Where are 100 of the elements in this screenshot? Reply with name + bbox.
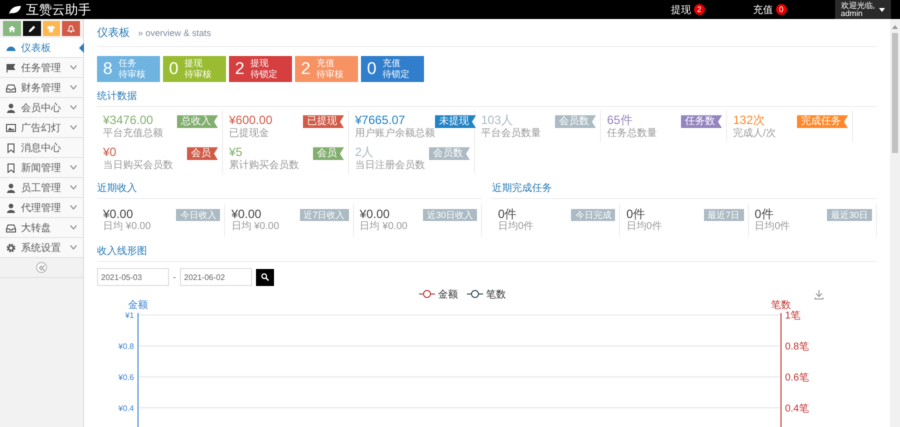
stat-label: 最近7日 xyxy=(704,209,744,222)
stat-value: ¥0.00 xyxy=(231,207,262,222)
sidebar-item[interactable]: 任务管理 xyxy=(0,58,83,78)
counter-label[interactable]: 充值 xyxy=(752,2,773,16)
page-title: 仪表板 xyxy=(97,26,130,40)
axis-label: 0.4笔 xyxy=(785,403,809,414)
stat-caption: 日均 ¥0.00 xyxy=(360,221,408,234)
stat-caption: 当日购买会员数 xyxy=(103,160,173,172)
count-badge: 2 xyxy=(694,4,705,15)
flag-icon xyxy=(6,62,16,72)
sidebar-item[interactable]: 仪表板 xyxy=(0,38,83,58)
stat-value: 0件 xyxy=(498,207,517,222)
collapse-button[interactable] xyxy=(36,262,47,273)
legend-label: 笔数 xyxy=(486,288,506,301)
user-icon xyxy=(6,202,16,212)
section-title: 近期收入 xyxy=(97,174,482,200)
stat-label: 近30日收入 xyxy=(422,209,477,222)
stat-caption: 已提现金 xyxy=(229,128,270,140)
stat-caption: 用户账户余额总额 xyxy=(355,128,435,140)
axis-label: 0.8笔 xyxy=(785,342,809,353)
axis-label: 1笔 xyxy=(785,310,801,322)
section-title: 近期完成任务 xyxy=(492,174,877,200)
tray-icon xyxy=(6,222,16,232)
page-subtitle: » overview & stats xyxy=(138,28,212,38)
axis-label: 0.6笔 xyxy=(785,372,809,384)
stat-caption: 完成人/次 xyxy=(733,128,776,140)
image-icon xyxy=(6,122,16,132)
stat-ribbon: 会员 xyxy=(187,147,218,160)
stat-ribbon: 完成任务 xyxy=(797,115,848,128)
counter-label[interactable]: 提现 xyxy=(670,2,691,16)
double-chevron-left-icon xyxy=(38,264,44,270)
download-icon[interactable] xyxy=(814,290,824,300)
sidebar-item[interactable]: 代理管理 xyxy=(0,198,83,218)
sidebar-item[interactable]: 财务管理 xyxy=(0,78,83,98)
stat-value: 132次 xyxy=(733,113,766,128)
stat-ribbon: 会员 xyxy=(313,147,344,160)
start-date-field[interactable]: 2021-05-03 xyxy=(97,268,169,286)
count-badge: 0 xyxy=(776,4,787,15)
stat-ribbon: 会员数 xyxy=(429,147,470,160)
range-separator: - xyxy=(173,272,176,282)
tray-icon xyxy=(6,82,16,92)
stat-caption: 日均0件 xyxy=(498,221,534,234)
sidebar-item[interactable]: 消息中心 xyxy=(0,138,83,158)
home-icon xyxy=(8,24,16,32)
stat-label: 今日收入 xyxy=(176,209,220,222)
bell-icon xyxy=(67,24,76,32)
sidebar-item[interactable]: 会员中心 xyxy=(0,98,83,118)
stat-caption: 日均 ¥0.00 xyxy=(231,221,280,234)
legend-item[interactable]: 金额 xyxy=(418,290,458,301)
scrollbar[interactable] xyxy=(890,19,900,427)
stat-value: ¥3476.00 xyxy=(103,113,154,128)
stat-value: ¥0.00 xyxy=(103,207,134,222)
stat-caption: 累计购买会员数 xyxy=(229,160,299,172)
stat-value: 2人 xyxy=(355,145,375,160)
end-date-field[interactable]: 2021-06-02 xyxy=(180,268,252,286)
stat-value: 103人 xyxy=(481,113,514,128)
stat-caption: 当日注册会员数 xyxy=(355,160,425,172)
search-button[interactable] xyxy=(256,268,274,286)
leaf-icon xyxy=(8,4,22,14)
axis-title: 金额 xyxy=(128,300,148,312)
stat-ribbon: 任务数 xyxy=(681,115,722,128)
sidebar-item[interactable]: 新闻管理 xyxy=(0,158,83,178)
caret-icon xyxy=(879,8,885,12)
legend-item[interactable]: 笔数 xyxy=(466,290,506,301)
stat-value: ¥600.00 xyxy=(229,113,272,128)
legend-label: 金额 xyxy=(438,288,458,301)
settings-icon xyxy=(6,242,16,252)
user-icon xyxy=(6,102,16,112)
axis-label: ¥1 xyxy=(125,311,134,320)
stat-caption: 平台会员数量 xyxy=(481,128,541,140)
stat-value: 0件 xyxy=(754,207,774,222)
sidebar-item[interactable]: 广告幻灯 xyxy=(0,118,83,138)
stat-label: 近7日收入 xyxy=(300,209,349,222)
axis-title: 笔数 xyxy=(771,300,791,312)
stat-value: ¥0 xyxy=(103,145,118,160)
app-logo-text: 互赞云助手 xyxy=(26,0,91,18)
section-title: 收入线形图 xyxy=(97,237,877,262)
sidebar-item[interactable]: 系统设置 xyxy=(0,238,83,258)
stat-ribbon: 未提现 xyxy=(435,115,476,128)
stat-value: 65件 xyxy=(607,113,634,128)
axis-label: ¥0.4 xyxy=(118,404,134,413)
stat-caption: 平台充值总额 xyxy=(103,128,163,140)
axis-label: ¥0.8 xyxy=(118,342,134,352)
stat-value: ¥7665.07 xyxy=(355,113,406,128)
user-icon xyxy=(6,182,16,192)
sidebar-item[interactable]: 大转盘 xyxy=(0,218,83,238)
sidebar-item[interactable]: 员工管理 xyxy=(0,178,83,198)
pencil-icon xyxy=(28,24,36,32)
stat-label: 今日完成 xyxy=(571,209,616,222)
arrow-up-icon xyxy=(892,25,898,29)
stat-caption: 任务总数量 xyxy=(607,128,657,140)
stat-value: ¥5 xyxy=(229,145,244,160)
axis-label: ¥0.6 xyxy=(118,373,134,382)
stat-ribbon: 已提现 xyxy=(303,115,344,128)
section-title: 统计数据 xyxy=(97,82,877,108)
stat-ribbon: 总收入 xyxy=(177,115,218,128)
shirt-icon xyxy=(47,24,56,32)
stat-value: 0件 xyxy=(626,207,646,222)
shortcut-button[interactable] xyxy=(22,21,40,36)
user-menu[interactable]: 欢迎光临, admin xyxy=(834,0,891,19)
